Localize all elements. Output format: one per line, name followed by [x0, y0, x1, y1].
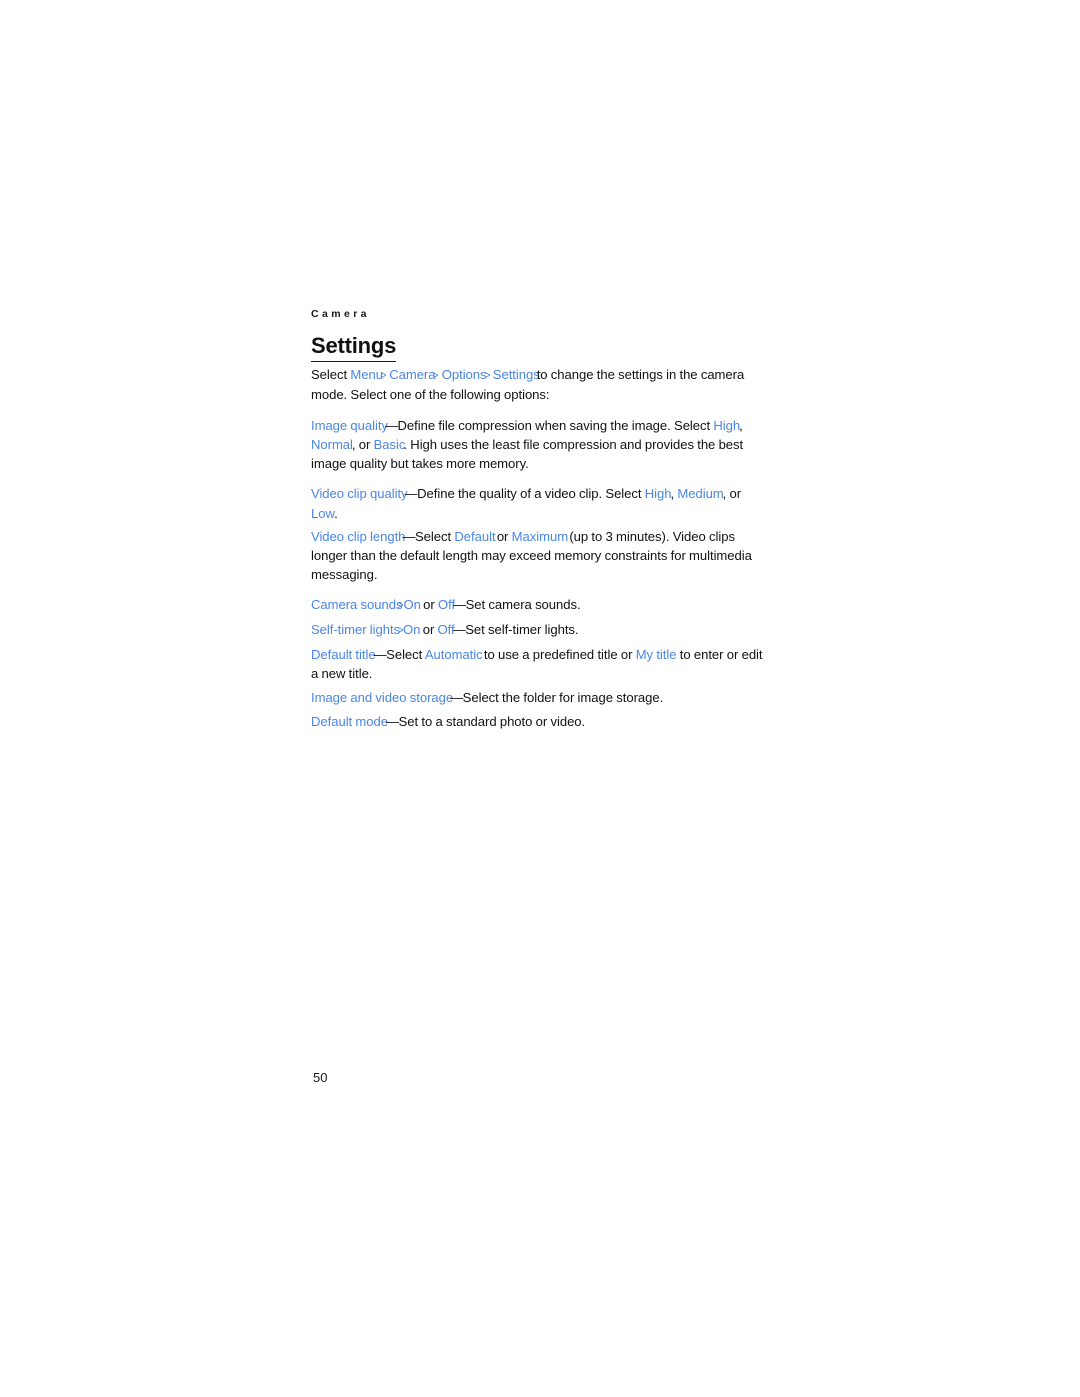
running-header: Camera [311, 308, 370, 320]
em-dash: — [450, 690, 463, 706]
term-video-clip-length: Video clip length [311, 528, 406, 544]
em-dash: — [384, 417, 398, 433]
paragraph-default-title: Default title—Select Automatic to use a … [311, 645, 763, 684]
video-clip-length-text-2: or [493, 528, 512, 544]
paragraph-video-clip-quality: Video clip quality—Define the quality of… [311, 484, 763, 523]
image-quality-text-2: , [739, 417, 743, 433]
image-quality-text-3: , or [351, 436, 374, 452]
keyword-medium: Medium [677, 486, 724, 502]
default-title-text-2: to use a predefined title or [480, 647, 636, 663]
keyword-high: High [713, 417, 741, 433]
term-image-and-video-storage: Image and video storage [311, 690, 454, 706]
separator-icon: > [433, 368, 439, 382]
default-title-text-1: Select [386, 647, 425, 663]
body-text-column: Select Menu> Camera> Options> Settingsto… [311, 365, 763, 736]
page-number: 50 [313, 1070, 328, 1085]
separator-icon: > [397, 623, 404, 638]
keyword-on: On [403, 622, 421, 638]
paragraph-camera-sounds: Camera sounds>On or Off—Set camera sound… [311, 595, 763, 615]
term-default-title: Default title [311, 647, 376, 663]
paragraph-image-video-storage: Image and video storage—Select the folde… [311, 688, 763, 707]
separator-icon: > [380, 368, 387, 382]
video-clip-quality-text-4: . [334, 505, 338, 521]
document-page: Camera Settings Select Menu> Camera> Opt… [0, 0, 1080, 1397]
term-image-quality: Image quality [311, 417, 388, 433]
em-dash: — [453, 597, 466, 613]
camera-sounds-text-1: or [419, 597, 438, 613]
separator-icon: > [484, 368, 490, 382]
paragraph-self-timer-lights: Self-timer lights>On or Off—Set self-tim… [311, 620, 763, 640]
keyword-basic: Basic [373, 436, 406, 452]
video-clip-length-text-1: Select [415, 528, 455, 544]
paragraph-video-clip-length: Video clip length—Select Default or Maxi… [311, 527, 763, 585]
keyword-maximum: Maximum [511, 528, 569, 544]
paragraph-image-quality: Image quality—Define file compression wh… [311, 416, 763, 474]
keyword-options: Options [438, 367, 487, 382]
default-mode-text: Set to a standard photo or video. [398, 713, 586, 729]
keyword-normal: Normal [311, 436, 353, 452]
keyword-default: Default [454, 528, 496, 544]
em-dash: — [404, 486, 418, 502]
keyword-low: Low [311, 505, 335, 521]
keyword-on: On [403, 597, 421, 613]
page-title: Settings [311, 333, 396, 362]
keyword-high: High [644, 486, 672, 502]
em-dash: — [452, 622, 466, 638]
self-timer-text-2: Set self-timer lights. [465, 622, 579, 638]
paragraph-intro: Select Menu> Camera> Options> Settingsto… [311, 365, 763, 405]
video-clip-quality-text-3: , or [722, 486, 742, 502]
term-self-timer-lights: Self-timer lights [311, 622, 401, 638]
keyword-menu: Menu [350, 367, 383, 382]
separator-icon: > [398, 598, 404, 613]
intro-text-lead: Select [311, 367, 351, 382]
video-clip-quality-text-1: Define the quality of a video clip. Sele… [417, 486, 645, 502]
keyword-settings: Settings [489, 367, 540, 382]
keyword-automatic: Automatic [424, 647, 483, 663]
em-dash: — [385, 713, 399, 729]
em-dash: — [402, 528, 415, 544]
term-video-clip-quality: Video clip quality [311, 486, 408, 502]
keyword-camera: Camera [385, 367, 436, 382]
self-timer-text-1: or [419, 622, 438, 638]
camera-sounds-text-2: Set camera sounds. [465, 597, 581, 613]
paragraph-default-mode: Default mode—Set to a standard photo or … [311, 712, 763, 731]
image-video-storage-text: Select the folder for image storage. [462, 690, 664, 706]
em-dash: — [373, 647, 387, 663]
keyword-my-title: My title [635, 647, 677, 663]
term-camera-sounds: Camera sounds [311, 597, 403, 613]
image-quality-text-1: Define file compression when saving the … [397, 417, 714, 433]
term-default-mode: Default mode [311, 713, 388, 729]
